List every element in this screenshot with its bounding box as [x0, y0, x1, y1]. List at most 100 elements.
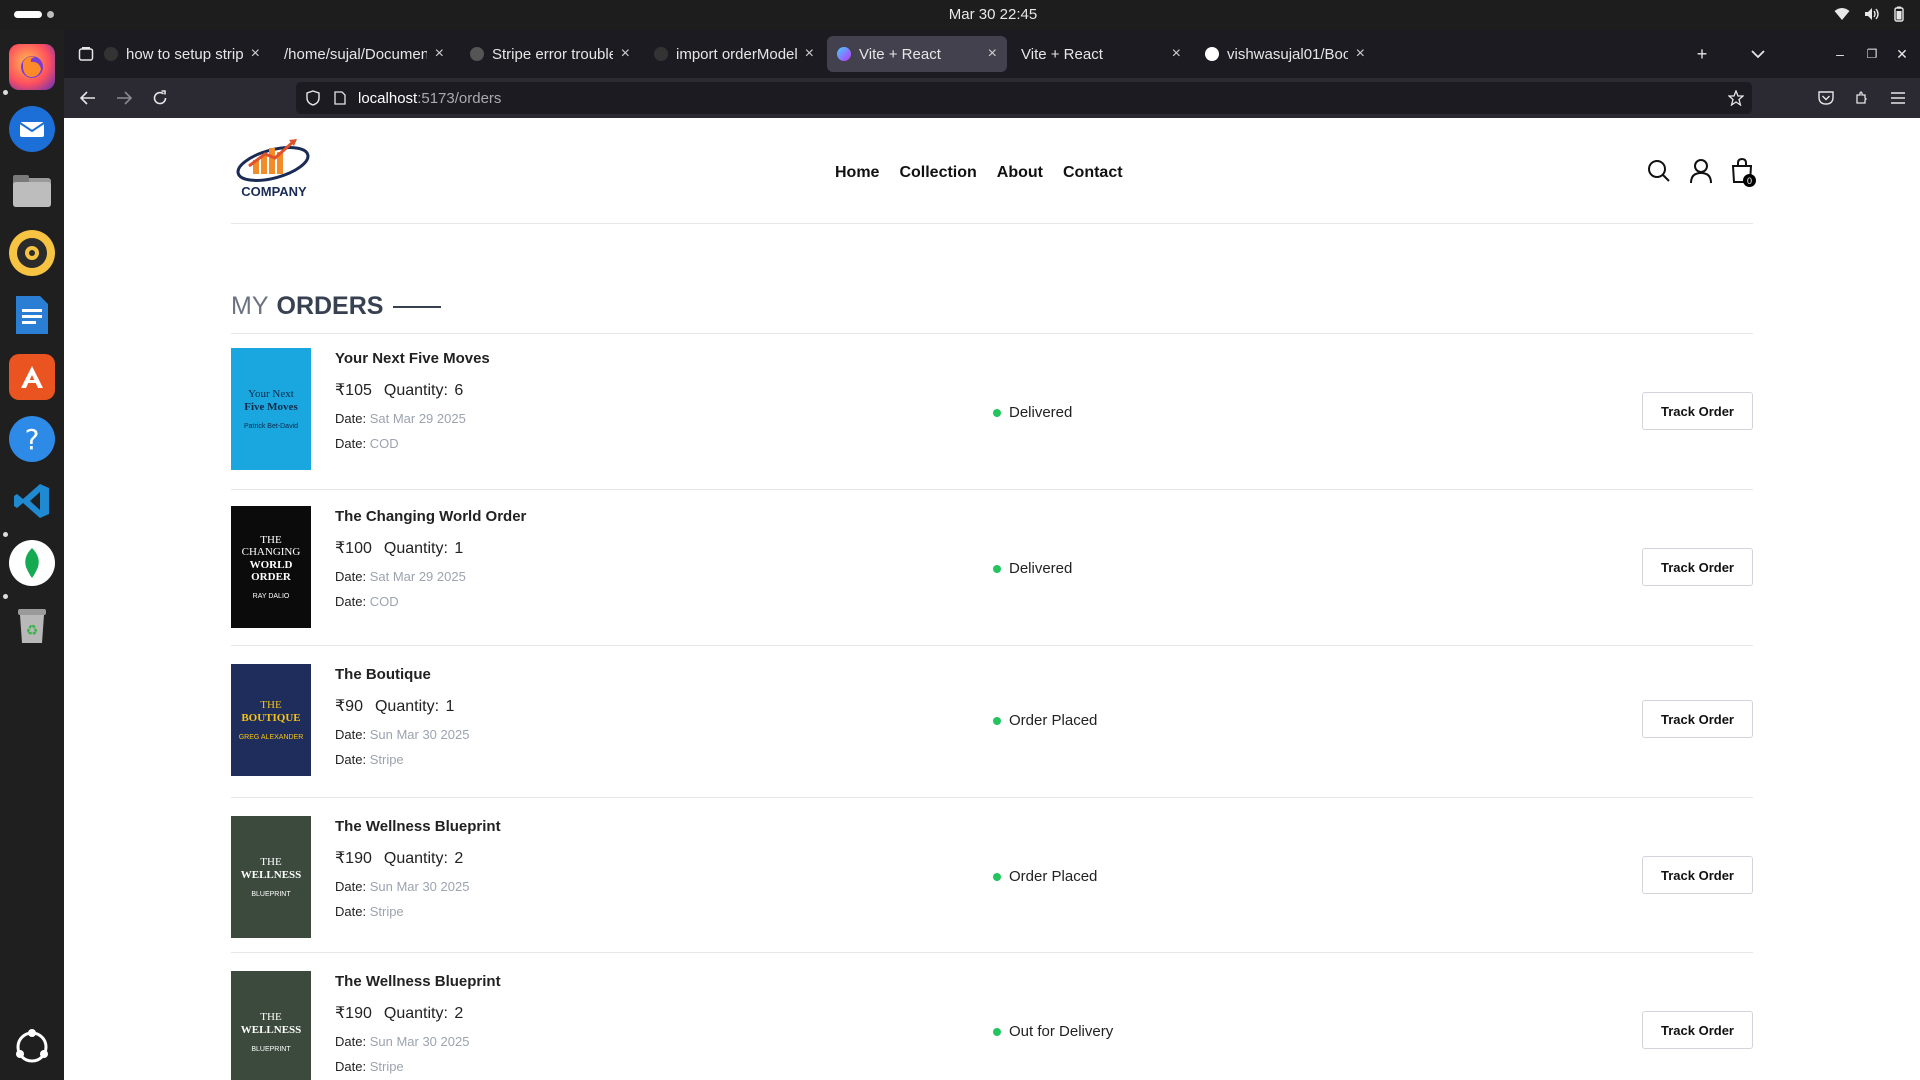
track-order-button[interactable]: Track Order	[1642, 392, 1753, 430]
page-icon	[334, 91, 346, 105]
tab-close-icon[interactable]: ×	[805, 45, 814, 63]
browser-tab[interactable]: Vite + React ×	[827, 36, 1007, 72]
nav-collection[interactable]: Collection	[899, 164, 976, 182]
quantity-value: 1	[454, 540, 464, 557]
quantity-value: 2	[454, 850, 464, 867]
page-title: MY ORDERS	[231, 292, 442, 321]
status-dot	[993, 1027, 1001, 1036]
cover-line: BOUTIQUE	[241, 711, 301, 724]
page-title-light: MY	[231, 292, 269, 320]
tab-title: vishwasujal01/Book-Sellin	[1227, 45, 1348, 63]
cart-count-badge: 0	[1743, 174, 1756, 187]
tab-close-icon[interactable]: ×	[251, 45, 260, 63]
wifi-icon	[1834, 8, 1850, 20]
cover-line: WELLNESS	[240, 868, 302, 881]
rhythmbox-icon[interactable]	[9, 230, 55, 276]
vscode-icon[interactable]	[9, 478, 55, 524]
track-order-button[interactable]: Track Order	[1642, 1011, 1753, 1049]
nav-contact[interactable]: Contact	[1063, 164, 1123, 182]
browser-tab[interactable]: Vite + React ×	[1011, 36, 1191, 72]
running-indicator	[3, 594, 8, 599]
tab-close-icon[interactable]: ×	[1172, 45, 1181, 63]
volume-icon	[1865, 8, 1879, 20]
tab-title: /home/sujal/Documents/Me	[284, 45, 427, 63]
extensions-icon[interactable]	[1850, 86, 1874, 110]
back-arrow-icon[interactable]	[76, 86, 100, 110]
bookmark-star-icon[interactable]	[1728, 90, 1744, 106]
date-label: Date:	[335, 569, 367, 584]
payment-label: Date:	[335, 436, 367, 451]
order-details: The Wellness Blueprint ₹190 Quantity: 2 Dat…	[335, 973, 501, 1074]
trash-icon[interactable]: ♻	[9, 602, 55, 648]
payment-method: Stripe	[369, 904, 404, 919]
site-header: COMPANY Home Collection About Contact 0	[231, 118, 1756, 224]
book-cover-image: THE CHANGING WORLD ORDER RAY DALIO	[231, 506, 311, 628]
tab-close-icon[interactable]: ×	[1356, 45, 1365, 63]
orders-list: Your Next Five Moves Patrick Bet-David Your…	[231, 333, 1753, 1080]
shield-icon[interactable]	[306, 90, 320, 106]
show-apps-icon[interactable]	[9, 1024, 55, 1070]
web-page: COMPANY Home Collection About Contact 0 …	[64, 118, 1920, 1080]
reload-icon[interactable]	[148, 86, 172, 110]
tab-close-icon[interactable]: ×	[621, 45, 630, 63]
date-label: Date:	[335, 879, 367, 894]
order-date: Sat Mar 29 2025	[369, 411, 466, 426]
profile-icon[interactable]	[1689, 158, 1713, 184]
quantity-label: Quantity:	[383, 850, 448, 867]
firefox-icon[interactable]	[9, 44, 55, 90]
browser-tab[interactable]: vishwasujal01/Book-Sellin ×	[1195, 36, 1375, 72]
forward-arrow-icon[interactable]	[112, 86, 136, 110]
company-logo[interactable]: COMPANY	[231, 134, 317, 206]
close-window-button[interactable]: ✕	[1890, 42, 1914, 66]
product-price: ₹105	[335, 382, 372, 399]
thunderbird-icon[interactable]	[9, 106, 55, 152]
track-order-button[interactable]: Track Order	[1642, 700, 1753, 738]
status-dot	[993, 408, 1001, 417]
payment-label: Date:	[335, 594, 367, 609]
help-icon[interactable]: ?	[9, 416, 55, 462]
tab-list-chevron-down-icon[interactable]	[1746, 42, 1770, 66]
track-order-button[interactable]: Track Order	[1642, 548, 1753, 586]
dock: ? ♻	[0, 30, 64, 1080]
product-price: ₹90	[335, 698, 363, 715]
payment-label: Date:	[335, 904, 367, 919]
search-icon[interactable]	[1647, 159, 1671, 183]
browser-tab[interactable]: import orderModel from ×	[644, 36, 824, 72]
track-order-button[interactable]: Track Order	[1642, 856, 1753, 894]
address-bar[interactable]: localhost:5173/orders	[296, 82, 1752, 114]
tab-close-icon[interactable]: ×	[988, 45, 997, 63]
app-center-icon[interactable]	[9, 354, 55, 400]
tab-close-icon[interactable]: ×	[435, 45, 444, 63]
minimize-button[interactable]: –	[1828, 42, 1852, 66]
files-icon[interactable]	[9, 168, 55, 214]
hamburger-menu-icon[interactable]	[1886, 86, 1910, 110]
system-clock[interactable]: Mar 30 22:45	[0, 6, 1920, 23]
quantity-value: 6	[454, 382, 464, 399]
book-cover-image: Your Next Five Moves Patrick Bet-David	[231, 348, 311, 470]
browser-tab[interactable]: /home/sujal/Documents/Me ×	[274, 36, 454, 72]
payment-label: Date:	[335, 1059, 367, 1074]
date-label: Date:	[335, 411, 367, 426]
browser-tab[interactable]: Stripe error troubleshoot ×	[460, 36, 640, 72]
cover-line: Five Moves	[244, 400, 298, 413]
restore-button[interactable]: ❐	[1860, 42, 1884, 66]
nav-about[interactable]: About	[997, 164, 1043, 182]
browser-tab[interactable]: how to setup stripe pleas ×	[94, 36, 270, 72]
main-nav: Home Collection About Contact	[835, 164, 1123, 182]
cover-line: THE	[260, 856, 282, 869]
mongodb-compass-icon[interactable]	[9, 540, 55, 586]
order-date: Sat Mar 29 2025	[369, 569, 466, 584]
cover-line: THE	[260, 699, 282, 712]
product-price: ₹190	[335, 1005, 372, 1022]
writer-icon[interactable]	[9, 292, 55, 338]
pocket-icon[interactable]	[1814, 86, 1838, 110]
cover-author: RAY DALIO	[252, 592, 290, 600]
system-tray[interactable]	[1834, 6, 1904, 22]
cart-button[interactable]: 0	[1731, 157, 1756, 187]
book-cover-image: THE WELLNESS BLUEPRINT	[231, 971, 311, 1080]
browser-tab-bar: how to setup stripe pleas×/home/sujal/Do…	[64, 30, 1920, 78]
order-row: THE WELLNESS BLUEPRINT The Wellness Bluepri…	[231, 798, 1753, 953]
nav-home[interactable]: Home	[835, 164, 879, 182]
order-status: Order Placed	[993, 868, 1097, 885]
new-tab-button[interactable]: +	[1690, 42, 1714, 66]
